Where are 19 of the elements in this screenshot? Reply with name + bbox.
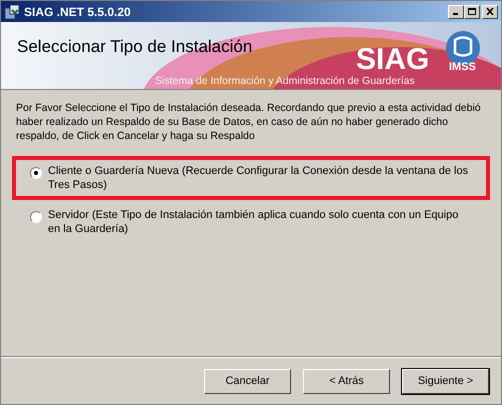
dialog-button[interactable]: < Atrás [303,368,390,394]
instructions-text: Por Favor Seleccione el Tipo de Instalación deseada. Recordando que previo a esta actividad debió haber realizado un Respaldo de su Base de Datos, en caso de aún no haber generado dicho respaldo, de Click en Cancelar y haga su Respaldo [16,101,482,143]
tagline: Sistema de Información y Administración de Guarderías [155,74,415,89]
dialog-button[interactable]: Siguiente > [402,368,489,394]
installer-icon [4,4,20,20]
maximize-button[interactable] [464,4,480,18]
maximize-icon [468,8,476,15]
radio-option[interactable]: Cliente o Guardería Nueva (Recuerde Configurar la Conexión desde la ventana de los Tres Pasos) [30,164,472,192]
logo-subtext: IMSS [449,60,476,75]
window-title: SIAG .NET 5.5.0.20 [24,4,132,20]
minimize-button[interactable] [448,4,464,18]
radio-button[interactable] [30,211,42,223]
radio-button[interactable] [30,167,42,179]
close-button[interactable] [482,4,498,18]
dialog-button[interactable]: Cancelar [204,368,291,394]
radio-option[interactable]: Servidor (Este Tipo de Instalación también aplica cuando solo cuenta con un Equipo en la Guardería) [30,208,472,236]
close-icon [486,8,494,15]
logo-text: SIAG [356,45,430,75]
page-title: Seleccionar Tipo de Instalación [17,36,252,58]
